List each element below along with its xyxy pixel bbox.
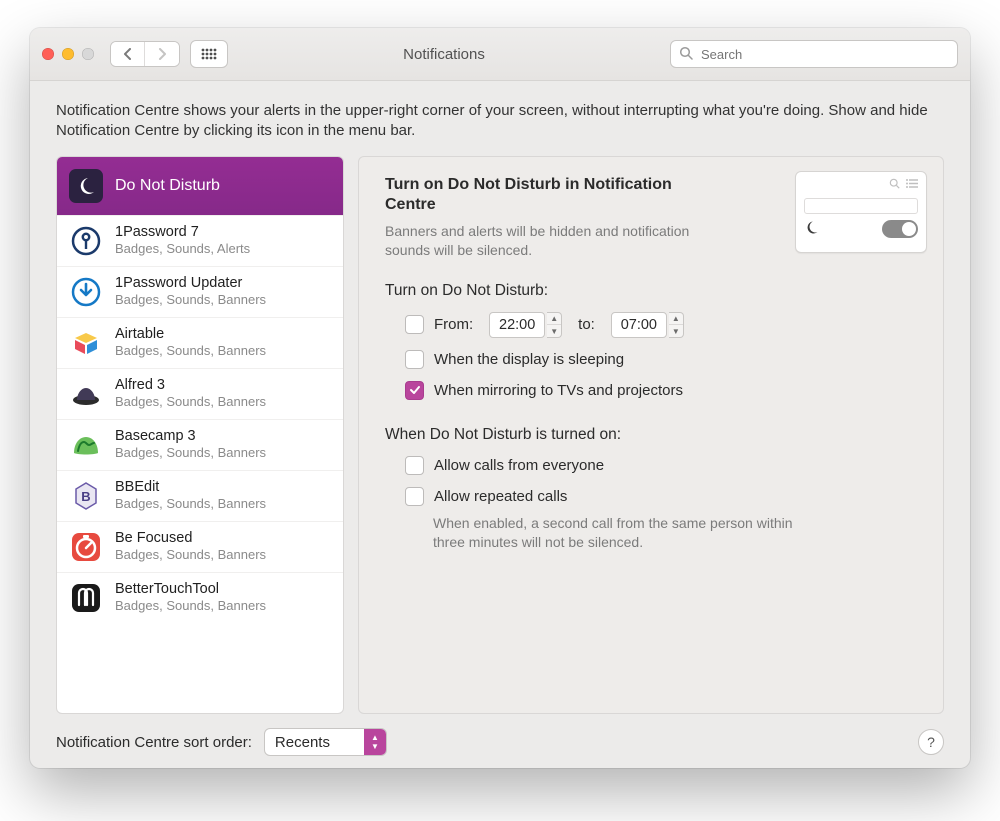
zoom-window-button[interactable] — [82, 48, 94, 60]
search-icon — [889, 178, 900, 192]
app-icon — [69, 275, 103, 309]
app-row-airtable[interactable]: Airtable Badges, Sounds, Banners — [57, 318, 343, 369]
app-row-sub: Badges, Sounds, Banners — [115, 394, 266, 410]
opt-allow-repeated-calls[interactable]: Allow repeated calls — [405, 487, 921, 506]
notification-centre-preview — [795, 171, 927, 253]
app-row-label: 1Password Updater — [115, 275, 266, 292]
detail-heading: Turn on Do Not Disturb in Notification C… — [385, 175, 685, 217]
close-window-button[interactable] — [42, 48, 54, 60]
opt-display-sleeping[interactable]: When the display is sleeping — [405, 350, 921, 369]
app-icon — [69, 581, 103, 615]
app-row-label: 1Password 7 — [115, 224, 250, 241]
moon-icon — [804, 220, 819, 239]
sort-order-label: Notification Centre sort order: — [56, 734, 252, 751]
app-row-label: Basecamp 3 — [115, 428, 266, 445]
app-row-btt[interactable]: BetterTouchTool Badges, Sounds, Banners — [57, 573, 343, 623]
search-icon — [679, 46, 693, 63]
checkbox-calls-everyone[interactable] — [405, 456, 424, 475]
opt-mirroring[interactable]: When mirroring to TVs and projectors — [405, 381, 921, 400]
app-row-sub: Badges, Sounds, Alerts — [115, 241, 250, 257]
dnd-switch-preview — [882, 220, 918, 238]
app-row-1password-updater[interactable]: 1Password Updater Badges, Sounds, Banner… — [57, 267, 343, 318]
opt-label: Allow calls from everyone — [434, 457, 604, 474]
checkbox-from[interactable] — [405, 315, 424, 334]
app-row-sub: Badges, Sounds, Banners — [115, 445, 266, 461]
app-icon — [69, 326, 103, 360]
checkbox-repeated-calls[interactable] — [405, 487, 424, 506]
to-time-stepper[interactable]: ▲▼ — [669, 312, 684, 338]
from-time-stepper[interactable]: ▲▼ — [547, 312, 562, 338]
show-all-button[interactable] — [190, 40, 228, 68]
sort-order-value: Recents — [265, 734, 364, 751]
sort-order-select[interactable]: Recents ▲▼ — [264, 728, 387, 756]
back-button[interactable] — [111, 42, 145, 66]
app-row-sub: Badges, Sounds, Banners — [115, 598, 266, 614]
search-field[interactable] — [670, 40, 958, 68]
window-title: Notifications — [238, 46, 660, 63]
app-icon — [69, 377, 103, 411]
repeated-calls-hint: When enabled, a second call from the sam… — [433, 514, 813, 552]
opt-label: When mirroring to TVs and projectors — [434, 382, 683, 399]
app-row-do-not-disturb[interactable]: Do Not Disturb — [57, 157, 343, 216]
from-label: From: — [434, 316, 473, 333]
app-icon: B — [69, 479, 103, 513]
app-row-sub: Badges, Sounds, Banners — [115, 547, 266, 563]
app-icon — [69, 428, 103, 462]
content-area: Notification Centre shows your alerts in… — [30, 81, 970, 768]
chevron-up-down-icon: ▲▼ — [364, 729, 386, 755]
app-row-be-focused[interactable]: Be Focused Badges, Sounds, Banners — [57, 522, 343, 573]
search-input[interactable] — [699, 46, 949, 63]
schedule-heading: Turn on Do Not Disturb: — [385, 282, 921, 300]
app-row-label: Do Not Disturb — [115, 176, 220, 195]
detail-panel: Turn on Do Not Disturb in Notification C… — [358, 156, 944, 715]
opt-allow-calls-everyone[interactable]: Allow calls from everyone — [405, 456, 921, 475]
list-icon — [906, 178, 918, 192]
from-time-input[interactable]: 22:00 — [489, 312, 545, 338]
app-row-alfred[interactable]: Alfred 3 Badges, Sounds, Banners — [57, 369, 343, 420]
app-row-label: Airtable — [115, 326, 266, 343]
titlebar: Notifications — [30, 28, 970, 81]
app-row-1password[interactable]: 1Password 7 Badges, Sounds, Alerts — [57, 216, 343, 267]
app-row-label: BBEdit — [115, 479, 266, 496]
app-row-label: Be Focused — [115, 530, 266, 547]
app-icon — [69, 224, 103, 258]
opt-label: Allow repeated calls — [434, 488, 567, 505]
app-row-basecamp[interactable]: Basecamp 3 Badges, Sounds, Banners — [57, 420, 343, 471]
forward-button[interactable] — [145, 42, 179, 66]
app-row-bbedit[interactable]: B BBEdit Badges, Sounds, Banners — [57, 471, 343, 522]
intro-text: Notification Centre shows your alerts in… — [56, 101, 944, 142]
app-row-label: BetterTouchTool — [115, 581, 266, 598]
app-row-sub: Badges, Sounds, Banners — [115, 343, 266, 359]
opt-label: When the display is sleeping — [434, 351, 624, 368]
minimize-window-button[interactable] — [62, 48, 74, 60]
app-row-sub: Badges, Sounds, Banners — [115, 292, 266, 308]
preferences-window: Notifications Notification Centre shows … — [30, 28, 970, 768]
detail-subheading: Banners and alerts will be hidden and no… — [385, 222, 705, 260]
app-row-label: Alfred 3 — [115, 377, 266, 394]
help-button[interactable]: ? — [918, 729, 944, 755]
app-row-sub: Badges, Sounds, Banners — [115, 496, 266, 512]
when-on-heading: When Do Not Disturb is turned on: — [385, 426, 921, 444]
app-icon — [69, 530, 103, 564]
checkbox-mirror[interactable] — [405, 381, 424, 400]
window-controls — [42, 48, 94, 60]
footer: Notification Centre sort order: Recents … — [56, 714, 944, 756]
app-list[interactable]: Do Not Disturb 1Password 7 Badges, Sound… — [56, 156, 344, 715]
nav-back-forward — [110, 41, 180, 67]
svg-text:B: B — [81, 489, 90, 504]
checkbox-sleep[interactable] — [405, 350, 424, 369]
to-time-input[interactable]: 07:00 — [611, 312, 667, 338]
moon-icon — [69, 169, 103, 203]
to-label: to: — [578, 316, 595, 333]
opt-from-to: From: 22:00 ▲▼ to: 07:00 ▲▼ — [405, 312, 921, 338]
